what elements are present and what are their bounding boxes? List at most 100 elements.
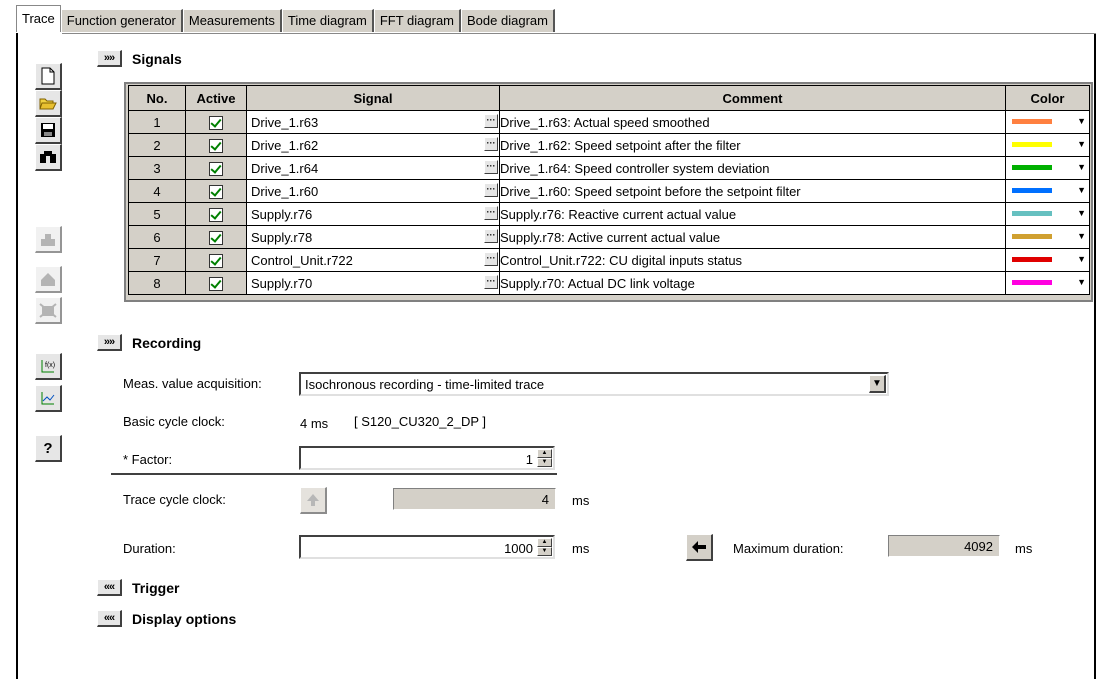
chevron-down-icon[interactable]: ▼ [1077, 185, 1086, 195]
signal-cell[interactable]: Supply.r70 ··· [246, 271, 500, 295]
row-number: 5 [128, 202, 186, 226]
signal-cell[interactable]: Drive_1.r60 ··· [246, 179, 500, 203]
duration-stepper[interactable]: ▲ ▼ [537, 538, 552, 556]
download-device-icon [41, 273, 55, 286]
active-checkbox[interactable] [209, 138, 223, 153]
decrement-icon[interactable]: ▼ [537, 547, 552, 556]
chevron-down-icon[interactable]: ▼ [1077, 208, 1086, 218]
col-header-active: Active [185, 85, 247, 111]
tab-bode-diagram[interactable]: Bode diagram [461, 9, 555, 32]
row-number: 7 [128, 248, 186, 272]
color-select[interactable]: ▼ [1005, 133, 1090, 157]
signals-collapse-button[interactable]: »» [97, 50, 122, 67]
color-select[interactable]: ▼ [1005, 179, 1090, 203]
table-row[interactable]: 8 Supply.r70 ··· Supply.r70: Actual DC link… [128, 271, 1090, 295]
factor-label: * Factor: [123, 452, 173, 467]
browse-signal-button[interactable]: ··· [484, 252, 498, 266]
browse-signal-button[interactable]: ··· [484, 137, 498, 151]
comment-cell: Supply.r70: Actual DC link voltage [499, 271, 1006, 295]
signal-cell[interactable]: Control_Unit.r722 ··· [246, 248, 500, 272]
active-checkbox[interactable] [209, 115, 223, 130]
table-row[interactable]: 3 Drive_1.r64 ··· Drive_1.r64: Speed contro… [128, 156, 1090, 180]
browse-signal-button[interactable]: ··· [484, 183, 498, 197]
download-button[interactable] [35, 266, 62, 293]
browse-signal-button[interactable]: ··· [484, 160, 498, 174]
delete-button[interactable] [35, 297, 62, 324]
col-header-signal: Signal [246, 85, 500, 111]
active-cell [185, 202, 247, 226]
signal-cell[interactable]: Supply.r76 ··· [246, 202, 500, 226]
tab-time-diagram[interactable]: Time diagram [281, 9, 374, 32]
browse-signal-button[interactable]: ··· [484, 206, 498, 220]
function-button[interactable]: f(x) [35, 353, 62, 380]
comment-cell: Drive_1.r60: Speed setpoint before the s… [499, 179, 1006, 203]
save-button[interactable] [35, 117, 62, 144]
signal-name: Drive_1.r60 [251, 183, 319, 199]
duration-input[interactable]: 1000 ▲ ▼ [299, 535, 555, 559]
active-cell [185, 133, 247, 157]
active-checkbox[interactable] [209, 161, 223, 176]
active-checkbox[interactable] [209, 276, 223, 291]
chart-button[interactable] [35, 385, 62, 412]
signal-cell[interactable]: Supply.r78 ··· [246, 225, 500, 249]
table-row[interactable]: 4 Drive_1.r60 ··· Drive_1.r60: Speed setpoi… [128, 179, 1090, 203]
comment-cell: Drive_1.r64: Speed controller system dev… [499, 156, 1006, 180]
active-checkbox[interactable] [209, 184, 223, 199]
comment-cell: Supply.r76: Reactive current actual valu… [499, 202, 1006, 226]
active-checkbox[interactable] [209, 230, 223, 245]
chevron-down-icon[interactable]: ▼ [1077, 162, 1086, 172]
table-row[interactable]: 1 Drive_1.r63 ··· Drive_1.r63: Actual speed… [128, 110, 1090, 134]
active-checkbox[interactable] [209, 207, 223, 222]
table-row[interactable]: 2 Drive_1.r62 ··· Drive_1.r62: Speed setpoi… [128, 133, 1090, 157]
color-select[interactable]: ▼ [1005, 248, 1090, 272]
signal-name: Control_Unit.r722 [251, 252, 353, 268]
tab-trace[interactable]: Trace [16, 5, 61, 32]
factor-stepper[interactable]: ▲ ▼ [537, 449, 552, 467]
active-checkbox[interactable] [209, 253, 223, 268]
color-select[interactable]: ▼ [1005, 156, 1090, 180]
new-file-button[interactable] [35, 63, 62, 90]
browse-signal-button[interactable]: ··· [484, 114, 498, 128]
help-button[interactable]: ? [35, 435, 62, 462]
signal-cell[interactable]: Drive_1.r64 ··· [246, 156, 500, 180]
trace-cycle-up-button[interactable] [300, 487, 327, 514]
chevron-down-icon[interactable]: ▼ [1077, 254, 1086, 264]
comment-cell: Drive_1.r62: Speed setpoint after the fi… [499, 133, 1006, 157]
browse-signal-button[interactable]: ··· [484, 229, 498, 243]
chevron-down-icon[interactable]: ▼ [1077, 231, 1086, 241]
recording-collapse-button[interactable]: »» [97, 334, 122, 351]
tab-function-generator[interactable]: Function generator [60, 9, 183, 32]
upload-button[interactable] [35, 226, 62, 253]
new-file-icon [41, 67, 55, 85]
open-button[interactable] [35, 90, 62, 117]
factor-input[interactable]: 1 ▲ ▼ [299, 446, 555, 470]
chevron-down-icon[interactable]: ▼ [1077, 277, 1086, 287]
binoculars-icon [40, 151, 56, 163]
color-select[interactable]: ▼ [1005, 202, 1090, 226]
table-row[interactable]: 5 Supply.r76 ··· Supply.r76: Reactive curre… [128, 202, 1090, 226]
delete-device-icon [39, 303, 57, 318]
table-row[interactable]: 6 Supply.r78 ··· Supply.r78: Active current… [128, 225, 1090, 249]
table-row[interactable]: 7 Control_Unit.r722 ··· Control_Unit.r722: … [128, 248, 1090, 272]
chevron-down-icon[interactable]: ▼ [1077, 139, 1086, 149]
tab-measurements[interactable]: Measurements [182, 9, 282, 32]
decrement-icon[interactable]: ▼ [537, 458, 552, 467]
browse-signal-button[interactable]: ··· [484, 275, 498, 289]
max-duration-value: 4092 [964, 539, 993, 554]
color-select[interactable]: ▼ [1005, 271, 1090, 295]
color-select[interactable]: ▼ [1005, 110, 1090, 134]
find-button[interactable] [35, 144, 62, 171]
meas-value-select[interactable]: Isochronous recording - time-limited tra… [299, 372, 889, 396]
increment-icon[interactable]: ▲ [537, 449, 552, 458]
apply-max-duration-button[interactable] [686, 534, 713, 561]
increment-icon[interactable]: ▲ [537, 538, 552, 547]
trigger-expand-button[interactable]: «« [97, 579, 122, 596]
arrow-left-icon [692, 541, 706, 553]
chevron-down-icon[interactable]: ▼ [1077, 116, 1086, 126]
color-select[interactable]: ▼ [1005, 225, 1090, 249]
display-options-expand-button[interactable]: «« [97, 610, 122, 627]
signal-cell[interactable]: Drive_1.r63 ··· [246, 110, 500, 134]
chevron-down-icon[interactable]: ▼ [869, 375, 886, 393]
signal-cell[interactable]: Drive_1.r62 ··· [246, 133, 500, 157]
tab-fft-diagram[interactable]: FFT diagram [373, 9, 462, 32]
